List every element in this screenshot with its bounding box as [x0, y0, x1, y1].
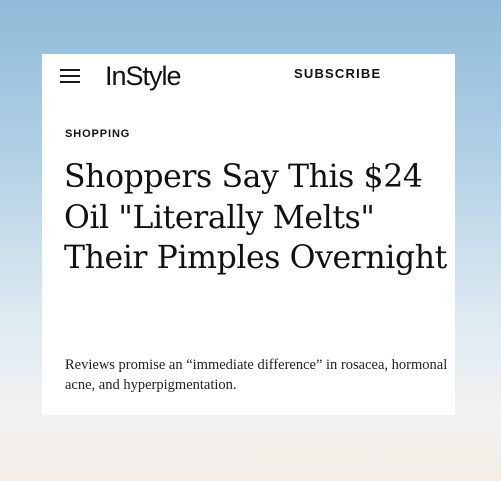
menu-icon-line	[60, 81, 80, 83]
menu-icon-line	[60, 69, 80, 71]
article-card: InStyle SUBSCRIBE SHOPPING Shoppers Say …	[42, 54, 455, 415]
site-header: InStyle SUBSCRIBE	[42, 54, 455, 98]
section-label[interactable]: SHOPPING	[65, 128, 130, 140]
site-logo[interactable]: InStyle	[105, 59, 182, 93]
hamburger-menu-icon[interactable]	[60, 68, 80, 84]
article-dek: Reviews promise an “immediate difference…	[65, 357, 448, 393]
menu-icon-line	[60, 75, 80, 77]
article-headline: Shoppers Say This $24 Oil "Literally Mel…	[64, 159, 447, 276]
subscribe-button[interactable]: SUBSCRIBE	[294, 66, 381, 81]
